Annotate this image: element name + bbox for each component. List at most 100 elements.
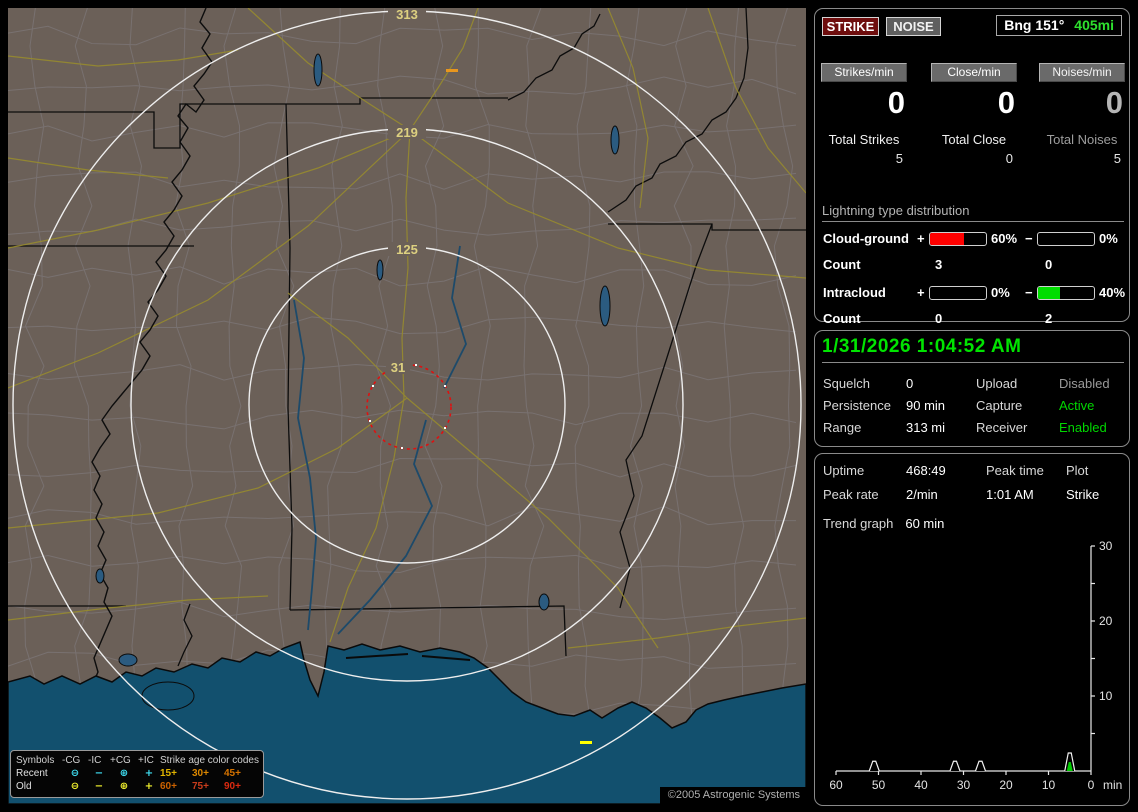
legend-age-2: 90+ — [224, 781, 241, 792]
total-noises-value: 5 — [1113, 151, 1121, 166]
trend-peak — [974, 760, 987, 772]
count-label: Count — [823, 311, 861, 326]
intracloud-label: Intracloud — [823, 285, 886, 300]
close-column: Close/min 0 Total Close 0 — [931, 63, 1017, 166]
radar-map[interactable]: 313 219 125 31 Symbols -CG -IC +CG +IC S… — [8, 8, 806, 804]
intracloud-count-row: Count 0 2 — [815, 311, 1129, 326]
cg-plus-pct: 60% — [991, 231, 1018, 246]
cg-minus-pct: 0% — [1099, 231, 1118, 246]
bearing-readout: Bng 151° 405mi — [996, 15, 1122, 36]
cloud-ground-label: Cloud-ground — [823, 231, 909, 246]
cg-plus-bar — [929, 232, 987, 246]
distribution-title: Lightning type distribution — [822, 203, 1124, 222]
total-close-label: Total Close — [941, 132, 1007, 147]
total-strikes-value: 5 — [895, 151, 903, 166]
receiver-value: Enabled — [1059, 420, 1107, 435]
aged-ic-strike — [446, 69, 458, 72]
minus-sign: − — [1025, 231, 1033, 246]
ic-minus-bar — [1037, 286, 1095, 300]
status-grid: Squelch 0 Upload Disabled Persistence 90… — [823, 376, 1123, 435]
legend-header-nic: -IC — [88, 755, 102, 766]
svg-text:50: 50 — [872, 778, 886, 792]
noise-button[interactable]: NOISE — [886, 17, 941, 36]
svg-text:30: 30 — [957, 778, 971, 792]
map-canvas: 313 219 125 31 — [8, 8, 806, 804]
trend-peak — [868, 760, 880, 772]
strikes-per-min-value: 0 — [887, 85, 905, 120]
ring-label-219: 219 — [396, 125, 418, 140]
plus-sign: + — [917, 231, 925, 246]
svg-text:40: 40 — [914, 778, 928, 792]
svg-text:20: 20 — [999, 778, 1013, 792]
legend-header-ncg: -CG — [62, 755, 81, 766]
ic-plus-count: 0 — [935, 311, 943, 326]
svg-text:20: 20 — [1099, 614, 1113, 628]
squelch-value: 0 — [906, 376, 914, 391]
range-value: 313 mi — [906, 420, 946, 435]
legend-age-1: 75+ — [192, 781, 209, 792]
noises-per-min-button[interactable]: Noises/min — [1039, 63, 1125, 82]
count-label: Count — [823, 257, 861, 272]
legend-symbol-3: + — [144, 768, 154, 779]
trend-graph: 60 50 40 30 20 10 0 min 10 20 30 — [829, 539, 1122, 792]
close-per-min-button[interactable]: Close/min — [931, 63, 1017, 82]
ring-label-125: 125 — [396, 242, 418, 257]
total-strikes-label: Total Strikes — [828, 132, 900, 147]
legend-header-pcg: +CG — [110, 755, 131, 766]
app-window: 313 219 125 31 Symbols -CG -IC +CG +IC S… — [0, 0, 1138, 812]
ic-plus-pct: 0% — [991, 285, 1010, 300]
copyright-text: ©2005 Astrogenic Systems — [659, 787, 806, 804]
svg-text:min: min — [1103, 778, 1122, 792]
legend-symbol-0: ⊖ — [70, 781, 80, 792]
total-close-value: 0 — [1005, 151, 1013, 166]
squelch-label: Squelch — [823, 376, 870, 391]
noises-per-min-value: 0 — [1105, 85, 1123, 120]
legend-symbol-3: + — [144, 781, 154, 792]
legend-symbol-2: ⊕ — [119, 781, 129, 792]
legend-symbol-1: − — [94, 781, 104, 792]
cg-minus-bar — [1037, 232, 1095, 246]
ic-minus-pct: 40% — [1099, 285, 1126, 300]
svg-text:60: 60 — [829, 778, 843, 792]
ic-minus-count: 2 — [1045, 311, 1053, 326]
upload-label: Upload — [976, 376, 1018, 391]
legend-age-1: 30+ — [192, 768, 209, 779]
status-panel: 1/31/2026 1:04:52 AM Squelch 0 Upload Di… — [814, 330, 1130, 447]
close-per-min-value: 0 — [997, 85, 1015, 120]
intracloud-row: Intracloud + 0% − 40% — [815, 285, 1129, 301]
total-noises-label: Total Noises — [1046, 132, 1118, 147]
cloud-ground-row: Cloud-ground + 60% − 0% — [815, 231, 1129, 247]
strikes-per-min-button[interactable]: Strikes/min — [821, 63, 907, 82]
cloud-ground-count-row: Count 3 0 — [815, 257, 1129, 272]
range-label: Range — [823, 420, 862, 435]
capture-value: Active — [1059, 398, 1095, 413]
legend-row-label: Recent — [16, 768, 48, 779]
noises-column: Noises/min 0 Total Noises 5 — [1039, 63, 1125, 166]
upload-value: Disabled — [1059, 376, 1110, 391]
counters-panel: STRIKE NOISE Bng 151° 405mi Strikes/min 0… — [814, 8, 1130, 326]
legend-symbol-1: − — [94, 768, 104, 779]
plus-sign: + — [917, 285, 925, 300]
svg-text:10: 10 — [1099, 689, 1113, 703]
trend-panel: Uptime 468:49 Peak time Plot Peak rate 2… — [814, 453, 1130, 806]
minus-sign: − — [1025, 285, 1033, 300]
persistence-label: Persistence — [823, 398, 891, 413]
map-legend: Symbols -CG -IC +CG +IC Strike age color… — [10, 750, 264, 798]
legend-age-title: Strike age color codes — [160, 755, 259, 766]
cg-plus-count: 3 — [935, 257, 943, 272]
trend-peak — [949, 760, 961, 772]
legend-symbol-0: ⊖ — [70, 768, 80, 779]
svg-text:0: 0 — [1088, 778, 1095, 792]
legend-header-symbols: Symbols — [16, 755, 55, 766]
cg-minus-count: 0 — [1045, 257, 1053, 272]
old-ic-strike — [580, 741, 592, 744]
legend-age-0: 15+ — [160, 768, 177, 779]
legend-age-2: 45+ — [224, 768, 241, 779]
strike-button[interactable]: STRIKE — [822, 17, 879, 36]
highway-31-label: 31 — [391, 360, 405, 375]
ic-plus-bar — [929, 286, 987, 300]
bearing-value: Bng 151° — [1004, 17, 1065, 33]
svg-text:10: 10 — [1042, 778, 1056, 792]
receiver-label: Receiver — [976, 420, 1028, 435]
persistence-value: 90 min — [906, 398, 946, 413]
